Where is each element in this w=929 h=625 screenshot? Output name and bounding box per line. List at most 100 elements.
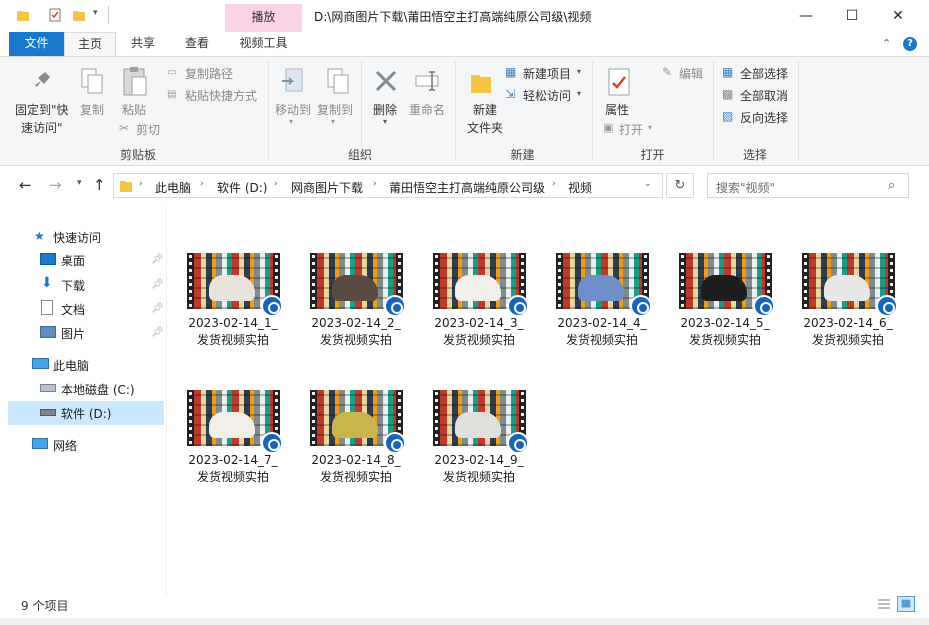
sidebar-item-documents[interactable]: 文档 bbox=[61, 301, 85, 318]
breadcrumb-brand-folder[interactable]: 莆田悟空主打高端纯原公司级 bbox=[389, 179, 545, 196]
new-item-dropdown-icon[interactable]: ▾ bbox=[577, 67, 581, 76]
rename-button[interactable]: 重命名 bbox=[409, 101, 445, 118]
video-player-icon bbox=[261, 295, 283, 317]
properties-icon[interactable] bbox=[48, 7, 62, 23]
close-button[interactable]: ✕ bbox=[875, 0, 921, 32]
tab-file[interactable]: 文件 bbox=[9, 32, 64, 56]
pin-icon[interactable]: 📌︎ bbox=[151, 327, 164, 338]
sidebar-item-network[interactable]: 网络 bbox=[53, 437, 77, 454]
delete-dropdown-icon[interactable]: ▾ bbox=[383, 117, 387, 126]
large-icons-view-icon[interactable] bbox=[897, 596, 915, 612]
tab-video-tools[interactable]: 视频工具 bbox=[226, 32, 301, 56]
move-to-dropdown-icon[interactable]: ▾ bbox=[289, 117, 293, 126]
breadcrumb-separator-icon[interactable]: › bbox=[552, 179, 556, 189]
copy-path-button[interactable]: 复制路径 bbox=[185, 65, 233, 82]
pin-icon[interactable]: 📌︎ bbox=[151, 303, 164, 314]
file-item-video[interactable]: 2023-02-14_4_ 发货视频实拍 bbox=[546, 253, 658, 369]
tab-share[interactable]: 共享 bbox=[118, 32, 168, 56]
details-view-icon[interactable] bbox=[875, 596, 893, 612]
search-icon[interactable]: ⌕ bbox=[888, 178, 895, 193]
address-history-dropdown-icon[interactable]: ⌄ bbox=[644, 179, 652, 189]
paste-shortcut-button[interactable]: 粘贴快捷方式 bbox=[185, 87, 257, 104]
sidebar-item-desktop[interactable]: 桌面 bbox=[61, 252, 85, 269]
shoe-image bbox=[455, 412, 501, 438]
up-arrow-icon[interactable]: ↑ bbox=[93, 176, 106, 194]
pin-icon[interactable]: 📌︎ bbox=[151, 254, 164, 265]
pane-divider[interactable] bbox=[166, 206, 167, 596]
cut-button[interactable]: 剪切 bbox=[136, 121, 160, 138]
film-strip-icon bbox=[310, 390, 317, 446]
properties-button[interactable]: 属性 bbox=[605, 101, 629, 118]
file-item-video[interactable]: 2023-02-14_5_ 发货视频实拍 bbox=[669, 253, 781, 369]
sidebar-item-downloads[interactable]: 下载 bbox=[61, 277, 85, 294]
breadcrumb-download-folder[interactable]: 网商图片下载 bbox=[291, 179, 363, 196]
copy-icon bbox=[81, 68, 103, 94]
address-bar[interactable]: › 此电脑 › 软件 (D:) › 网商图片下载 › 莆田悟空主打高端纯原公司级… bbox=[113, 173, 663, 198]
file-name-line: 2023-02-14_6_ bbox=[803, 316, 893, 330]
minimize-button[interactable]: — bbox=[783, 0, 829, 32]
desktop-icon bbox=[40, 253, 56, 265]
sidebar-item-local-disk-c[interactable]: 本地磁盘 (C:) bbox=[61, 381, 135, 398]
sidebar-item-quick-access[interactable]: 快速访问 bbox=[53, 229, 101, 246]
tab-home[interactable]: 主页 bbox=[64, 32, 116, 57]
refresh-icon[interactable]: ↻ bbox=[666, 173, 694, 198]
video-player-icon bbox=[507, 295, 529, 317]
invert-selection-button[interactable]: 反向选择 bbox=[740, 109, 788, 126]
sidebar-item-software-d[interactable]: 软件 (D:) bbox=[61, 405, 111, 422]
folder-icon[interactable] bbox=[16, 7, 30, 23]
file-item-video[interactable]: 2023-02-14_8_ 发货视频实拍 bbox=[300, 390, 412, 506]
new-folder-button[interactable]: 新建 文件夹 bbox=[467, 101, 503, 137]
pin-icon[interactable]: 📌︎ bbox=[151, 279, 164, 290]
sidebar-item-pictures[interactable]: 图片 bbox=[61, 325, 85, 342]
file-name-line: 发货视频实拍 bbox=[811, 333, 884, 347]
back-arrow-icon[interactable]: ← bbox=[19, 176, 32, 194]
collapse-ribbon-icon[interactable]: ⌃ bbox=[882, 37, 891, 50]
file-item-video[interactable]: 2023-02-14_6_ 发货视频实拍 bbox=[792, 253, 904, 369]
paste-button[interactable]: 粘贴 bbox=[122, 101, 146, 118]
recent-locations-icon[interactable]: ▾ bbox=[77, 178, 82, 188]
open-dropdown-icon[interactable]: ▾ bbox=[648, 123, 652, 132]
breadcrumb-separator-icon[interactable]: › bbox=[274, 179, 278, 189]
select-none-button[interactable]: 全部取消 bbox=[740, 87, 788, 104]
group-label-new: 新建 bbox=[510, 148, 535, 162]
navigation-bar: ← → ▾ ↑ › 此电脑 › 软件 (D:) › 网商图片下载 › 莆田悟空主… bbox=[0, 166, 929, 206]
copy-to-button[interactable]: 复制到 bbox=[317, 101, 353, 118]
breadcrumb-video-folder[interactable]: 视频 bbox=[568, 179, 592, 196]
file-item-video[interactable]: 2023-02-14_9_ 发货视频实拍 bbox=[423, 390, 535, 506]
file-name: 2023-02-14_2_ 发货视频实拍 bbox=[300, 315, 412, 349]
select-all-button[interactable]: 全部选择 bbox=[740, 65, 788, 82]
breadcrumb-this-pc[interactable]: 此电脑 bbox=[155, 179, 191, 196]
video-player-icon bbox=[507, 432, 529, 454]
file-item-video[interactable]: 2023-02-14_2_ 发货视频实拍 bbox=[300, 253, 412, 369]
new-item-button[interactable]: 新建项目 bbox=[523, 65, 571, 82]
new-folder-icon[interactable] bbox=[72, 7, 86, 23]
help-icon[interactable]: ? bbox=[903, 37, 917, 51]
easy-access-button[interactable]: 轻松访问 bbox=[523, 87, 571, 104]
maximize-button[interactable]: ☐ bbox=[829, 0, 875, 32]
move-to-button[interactable]: 移动到 bbox=[275, 101, 311, 118]
file-item-video[interactable]: 2023-02-14_7_ 发货视频实拍 bbox=[177, 390, 289, 506]
sidebar-item-this-pc[interactable]: 此电脑 bbox=[53, 357, 89, 374]
customize-toolbar-icon[interactable]: ▾ bbox=[93, 8, 98, 18]
pin-quick-access-button[interactable]: 固定到"快 速访问" bbox=[15, 101, 69, 137]
edit-button[interactable]: 编辑 bbox=[679, 65, 703, 82]
copy-path-icon: ▭ bbox=[167, 67, 177, 78]
film-strip-icon bbox=[433, 253, 440, 309]
breadcrumb-drive-d[interactable]: 软件 (D:) bbox=[217, 179, 267, 196]
copy-to-dropdown-icon[interactable]: ▾ bbox=[331, 117, 335, 126]
tab-view[interactable]: 查看 bbox=[172, 32, 222, 56]
copy-button[interactable]: 复制 bbox=[80, 101, 104, 118]
context-tab-play[interactable]: 播放 bbox=[225, 4, 302, 32]
breadcrumb-separator-icon[interactable]: › bbox=[139, 179, 143, 189]
search-box[interactable]: 搜索"视频" ⌕ bbox=[707, 173, 909, 198]
file-item-video[interactable]: 2023-02-14_3_ 发货视频实拍 bbox=[423, 253, 535, 369]
breadcrumb-separator-icon[interactable]: › bbox=[200, 179, 204, 189]
delete-button[interactable]: 删除 bbox=[373, 101, 397, 118]
file-item-video[interactable]: 2023-02-14_1_ 发货视频实拍 bbox=[177, 253, 289, 369]
video-player-icon bbox=[876, 295, 898, 317]
easy-access-dropdown-icon[interactable]: ▾ bbox=[577, 89, 581, 98]
breadcrumb-separator-icon[interactable]: › bbox=[373, 179, 377, 189]
forward-arrow-icon[interactable]: → bbox=[49, 176, 62, 194]
title-bar: ▾ 播放 D:\网商图片下载\莆田悟空主打高端纯原公司级\视频 — ☐ ✕ bbox=[0, 0, 929, 32]
open-button[interactable]: 打开 bbox=[619, 121, 643, 138]
